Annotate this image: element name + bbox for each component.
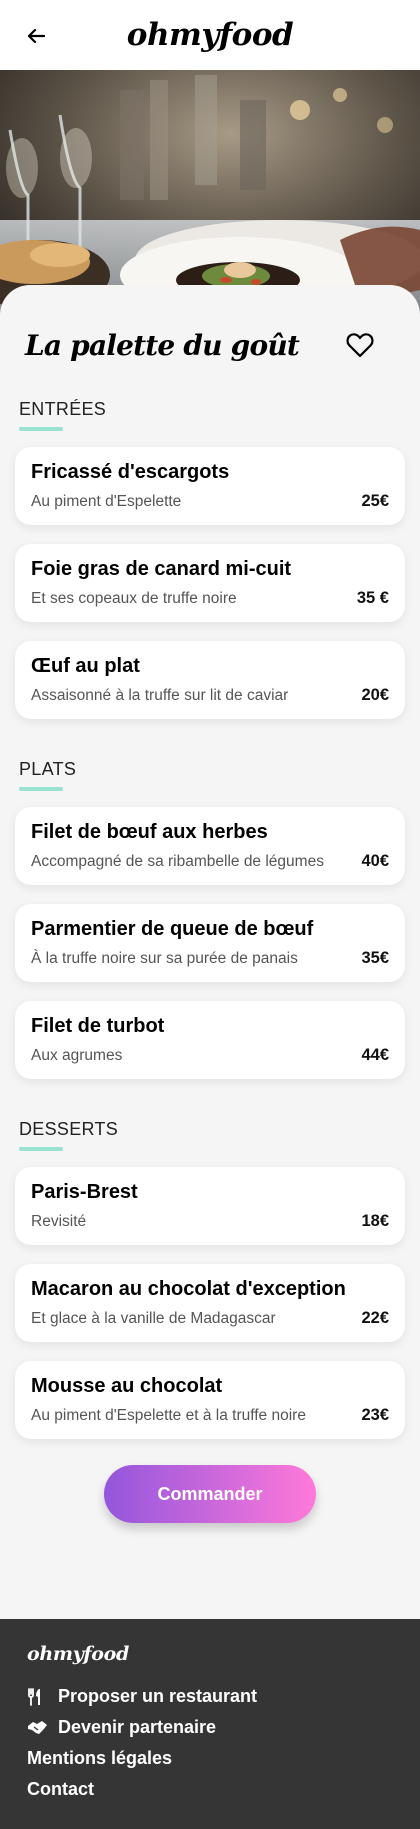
dish-price: 23€: [361, 1406, 389, 1424]
dish-card[interactable]: Macaron au chocolat d'exception Et glace…: [15, 1264, 405, 1342]
dish-description: Et ses copeaux de truffe noire: [31, 590, 237, 607]
dish-name: Filet de bœuf aux herbes: [31, 821, 268, 843]
dish-name: Fricassé d'escargots: [31, 461, 230, 483]
dish-description: Aux agrumes: [31, 1047, 123, 1064]
top-header: ohmyfood: [0, 0, 420, 70]
dish-name: Mousse au chocolat: [31, 1375, 223, 1397]
dish-description: Revisité: [31, 1213, 87, 1230]
section-title: PLATS: [19, 759, 77, 779]
section-underline: [19, 787, 63, 791]
dish-description: Au piment d'Espelette: [31, 493, 182, 510]
footer-link-contact[interactable]: Contact: [27, 1774, 393, 1805]
dish-name: Filet de turbot: [31, 1015, 165, 1037]
utensils-icon: [27, 1687, 48, 1706]
dish-price: 25€: [361, 492, 389, 510]
favorite-button[interactable]: [343, 328, 377, 362]
app-logo[interactable]: ohmyfood: [127, 17, 294, 53]
footer-link-label: Mentions légales: [27, 1748, 173, 1768]
footer-logo[interactable]: ohmyfood: [27, 1643, 393, 1665]
section-title: ENTRÉES: [19, 399, 107, 419]
dish-description: Assaisonné à la truffe sur lit de caviar: [31, 687, 289, 704]
dish-name: Parmentier de queue de bœuf: [31, 918, 314, 940]
dish-description: Et glace à la vanille de Madagascar: [31, 1310, 276, 1327]
dish-card[interactable]: Mousse au chocolat Au piment d'Espelette…: [15, 1361, 405, 1439]
footer-link-label: Proposer un restaurant: [58, 1686, 258, 1706]
dish-price: 35 €: [356, 589, 389, 607]
dish-card[interactable]: Filet de turbot Aux agrumes 44€: [15, 1001, 405, 1079]
back-button[interactable]: [24, 24, 48, 48]
dish-name: Paris-Brest: [31, 1181, 138, 1203]
dish-price: 20€: [361, 686, 389, 704]
dish-name: Macaron au chocolat d'exception: [31, 1278, 346, 1300]
section-desserts: DESSERTS Paris-Brest Revisité 18€ Macaro…: [15, 1119, 405, 1439]
dish-card[interactable]: Œuf au plat Assaisonné à la truffe sur l…: [15, 641, 405, 719]
footer-link-partner[interactable]: Devenir partenaire: [27, 1712, 393, 1743]
dish-price: 35€: [361, 949, 389, 967]
dish-description: Au piment d'Espelette et à la truffe noi…: [31, 1407, 306, 1424]
order-button[interactable]: Commander: [104, 1465, 316, 1523]
section-underline: [19, 1147, 63, 1151]
restaurant-title: La palette du goût: [25, 328, 300, 362]
heart-outline-icon: [346, 333, 374, 358]
footer-link-propose-restaurant[interactable]: Proposer un restaurant: [27, 1681, 393, 1712]
dish-card[interactable]: Parmentier de queue de bœuf À la truffe …: [15, 904, 405, 982]
dish-description: Accompagné de sa ribambelle de légumes: [31, 853, 324, 870]
order-button-wrapper: Commander: [15, 1465, 405, 1523]
dish-price: 18€: [361, 1212, 389, 1230]
restaurant-title-row: La palette du goût: [15, 315, 405, 375]
dish-card[interactable]: Foie gras de canard mi-cuit Et ses copea…: [15, 544, 405, 622]
arrow-left-icon: [27, 28, 45, 44]
footer-link-label: Contact: [27, 1779, 94, 1799]
menu-container: La palette du goût ENTRÉES Fricassé d'es…: [0, 285, 420, 1563]
dish-price: 44€: [361, 1046, 389, 1064]
section-title: DESSERTS: [19, 1119, 119, 1139]
dish-price: 40€: [361, 852, 389, 870]
footer-link-label: Devenir partenaire: [58, 1717, 217, 1737]
dish-card[interactable]: Paris-Brest Revisité 18€: [15, 1167, 405, 1245]
dish-description: À la truffe noire sur sa purée de panais: [31, 950, 298, 967]
dish-price: 22€: [361, 1309, 389, 1327]
section-plats: PLATS Filet de bœuf aux herbes Accompagn…: [15, 759, 405, 1079]
dish-name: Œuf au plat: [31, 655, 140, 677]
dish-card[interactable]: Fricassé d'escargots Au piment d'Espelet…: [15, 447, 405, 525]
section-underline: [19, 427, 63, 431]
dish-name: Foie gras de canard mi-cuit: [31, 558, 292, 580]
section-entrees: ENTRÉES Fricassé d'escargots Au piment d…: [15, 399, 405, 719]
footer: ohmyfood Proposer un restaurant Devenir …: [0, 1619, 420, 1829]
footer-link-legal[interactable]: Mentions légales: [27, 1743, 393, 1774]
dish-card[interactable]: Filet de bœuf aux herbes Accompagné de s…: [15, 807, 405, 885]
handshake-icon: [27, 1720, 48, 1736]
